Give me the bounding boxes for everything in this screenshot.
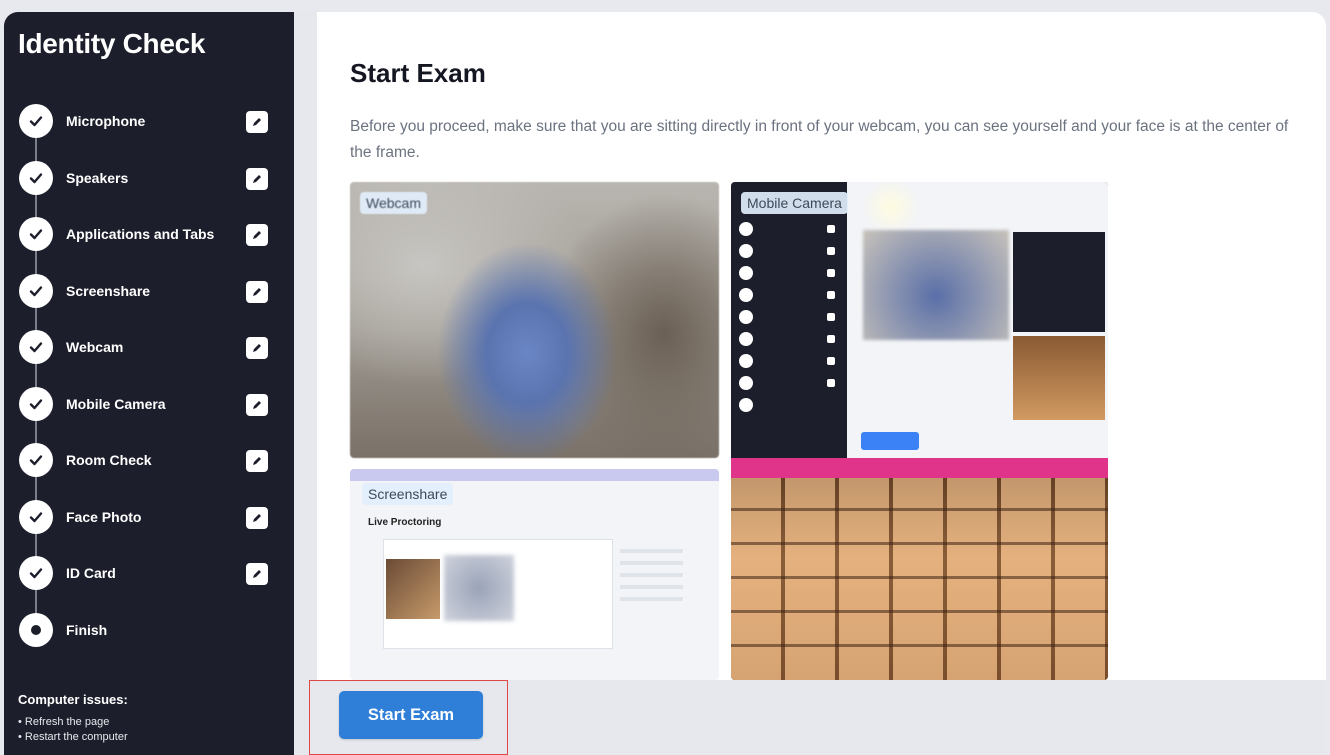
screenshare-preview: Screenshare Live Proctoring xyxy=(350,469,719,680)
mobile-camera-label: Mobile Camera xyxy=(741,192,848,214)
pencil-icon xyxy=(253,344,261,352)
check-icon xyxy=(19,443,53,477)
pencil-icon xyxy=(253,457,261,465)
screenshare-list xyxy=(620,549,710,629)
mobile-keyboard-thumb xyxy=(1013,336,1105,420)
edit-mobile-camera-button[interactable] xyxy=(246,393,268,416)
pencil-icon xyxy=(253,570,261,578)
pencil-icon xyxy=(253,174,261,183)
step-label: Applications and Tabs xyxy=(66,226,215,242)
step-finish: Finish xyxy=(4,600,294,658)
step-label: Webcam xyxy=(66,339,124,355)
issues-title: Computer issues: xyxy=(18,692,128,707)
mobile-keyboard-image xyxy=(731,478,1108,680)
step-room-check: Room Check xyxy=(4,431,294,488)
edit-screenshare-button[interactable] xyxy=(246,280,268,303)
mobile-taskbar-image xyxy=(731,458,1108,478)
check-icon xyxy=(19,330,53,364)
mobile-sidebar-image xyxy=(731,182,847,464)
edit-applications-button[interactable] xyxy=(246,224,268,246)
screenshare-title: Live Proctoring xyxy=(368,517,442,528)
check-icon xyxy=(19,217,53,251)
pencil-icon xyxy=(253,231,261,239)
current-step-dot-icon xyxy=(19,612,53,647)
step-microphone: Microphone xyxy=(4,92,294,149)
step-label: Screenshare xyxy=(66,282,151,299)
issue-item: Refresh the page xyxy=(18,715,128,730)
step-applications-and-tabs: Applications and Tabs xyxy=(4,205,294,262)
edit-room-check-button[interactable] xyxy=(246,450,268,472)
check-icon xyxy=(19,556,53,590)
edit-face-photo-button[interactable] xyxy=(246,506,268,529)
app-window: Identity Check Microphone Speakers Appli… xyxy=(4,12,1326,755)
mobile-start-button-image xyxy=(861,432,919,450)
check-icon xyxy=(19,386,53,421)
step-mobile-camera: Mobile Camera xyxy=(4,374,294,431)
step-label: Speakers xyxy=(66,169,129,186)
mobile-webcam-image xyxy=(863,230,1009,340)
screenshare-label: Screenshare xyxy=(362,483,454,505)
mobile-glare xyxy=(859,182,923,232)
computer-issues: Computer issues: Refresh the page Restar… xyxy=(18,692,128,745)
pencil-icon xyxy=(253,118,261,126)
step-label: Room Check xyxy=(66,452,152,468)
pencil-icon xyxy=(253,287,261,296)
start-exam-button[interactable]: Start Exam xyxy=(339,691,483,739)
step-screenshare: Screenshare xyxy=(4,261,294,318)
mobile-panel-image xyxy=(1013,232,1105,332)
screenshare-thumbnail xyxy=(386,559,440,619)
step-list: Microphone Speakers Applications and Tab… xyxy=(4,92,294,657)
screenshare-tabbar xyxy=(350,469,719,481)
check-icon xyxy=(19,104,53,138)
pencil-icon xyxy=(253,513,261,522)
step-label: ID Card xyxy=(66,565,116,581)
check-icon xyxy=(19,273,53,308)
check-icon xyxy=(19,160,53,195)
edit-speakers-button[interactable] xyxy=(246,167,268,190)
step-label: Microphone xyxy=(66,113,146,129)
edit-microphone-button[interactable] xyxy=(246,111,268,133)
mobile-camera-preview: Mobile Camera xyxy=(731,182,1108,680)
sidebar: Identity Check Microphone Speakers Appli… xyxy=(4,12,294,755)
step-label: Face Photo xyxy=(66,508,142,525)
instructions-text: Before you proceed, make sure that you a… xyxy=(350,118,1289,161)
mobile-laptop-screen xyxy=(731,182,1108,464)
issue-item: Restart the computer xyxy=(18,730,128,745)
sidebar-title: Identity Check xyxy=(18,28,206,59)
step-webcam: Webcam xyxy=(4,318,294,375)
screenshare-thumbnail xyxy=(444,555,514,621)
edit-id-card-button[interactable] xyxy=(246,563,268,585)
edit-webcam-button[interactable] xyxy=(246,337,268,359)
step-label: Finish xyxy=(66,621,108,638)
webcam-label: Webcam xyxy=(360,192,427,214)
step-label: Mobile Camera xyxy=(66,395,166,412)
webcam-preview: Webcam xyxy=(350,182,719,458)
page-title: Start Exam xyxy=(350,58,486,88)
check-icon xyxy=(19,499,53,534)
step-id-card: ID Card xyxy=(4,544,294,601)
step-face-photo: Face Photo xyxy=(4,487,294,544)
pencil-icon xyxy=(253,400,261,409)
step-speakers: Speakers xyxy=(4,148,294,205)
main-panel: Start Exam Before you proceed, make sure… xyxy=(317,12,1326,680)
